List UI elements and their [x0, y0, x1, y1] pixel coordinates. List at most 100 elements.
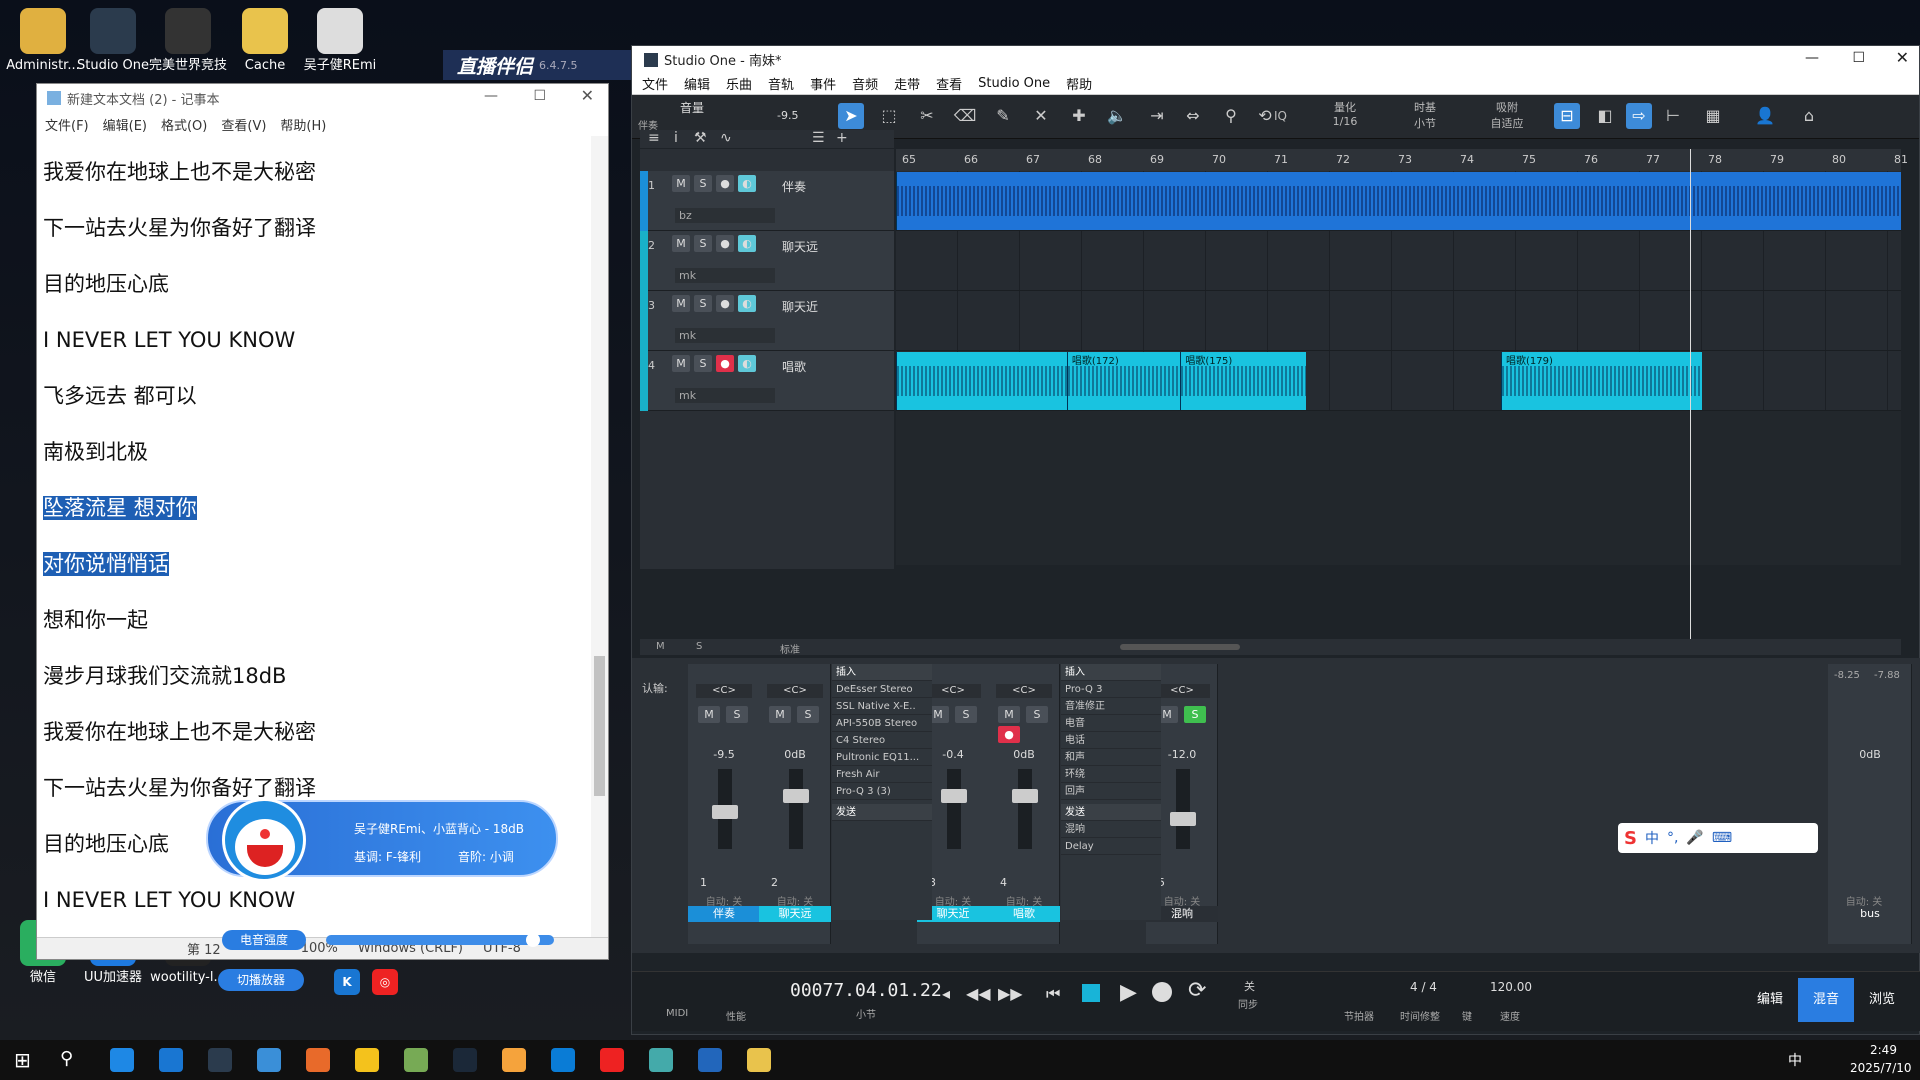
sync-off[interactable]: 关	[1244, 978, 1255, 994]
track-record-button[interactable]: ●	[716, 295, 734, 312]
s1-menu-item[interactable]: 音频	[852, 74, 878, 93]
s1-menu-item[interactable]: 帮助	[1066, 74, 1092, 93]
home-icon[interactable]: ⌂	[1796, 103, 1822, 129]
track-monitor-button[interactable]: ◐	[738, 235, 756, 252]
insert-plugin[interactable]: Pro-Q 3 (3)	[832, 783, 932, 800]
footer-mute[interactable]: M	[656, 641, 665, 652]
volume-fader[interactable]	[941, 769, 967, 849]
bus-name[interactable]: bus	[1828, 906, 1912, 922]
track-list-icon[interactable]: ☰	[812, 130, 825, 146]
quantize-value[interactable]: 1/16	[1320, 115, 1370, 128]
loop-tool-icon[interactable]: ⇥	[1144, 103, 1170, 129]
audio-clip[interactable]	[896, 172, 1901, 230]
ime-punct-icon[interactable]: °,	[1667, 830, 1678, 846]
automation-icon[interactable]: ∿	[720, 130, 732, 146]
channel-name[interactable]: 聊天远	[759, 906, 831, 922]
track-input-select[interactable]: mk	[675, 328, 775, 343]
volume-fader[interactable]	[783, 769, 809, 849]
volume-fader[interactable]	[712, 769, 738, 849]
fader-knob[interactable]	[941, 788, 967, 803]
paint-tool-icon[interactable]: ✎	[990, 103, 1016, 129]
taskbar-app-icon[interactable]	[404, 1048, 428, 1072]
taskbar-app-icon[interactable]	[208, 1048, 232, 1072]
taskbar-app-icon[interactable]	[453, 1048, 477, 1072]
eraser-tool-icon[interactable]: ⌫	[952, 103, 978, 129]
desktop-icon[interactable]: Studio One	[70, 8, 156, 73]
ime-chinese-mode[interactable]: 中	[1645, 828, 1659, 848]
notepad-menu-item[interactable]: 编辑(E)	[103, 115, 147, 134]
track-header[interactable]: 3 M S ● ◐ 聊天近 mk	[640, 291, 894, 351]
add-track-icon[interactable]: +	[836, 130, 848, 146]
taskbar-app-icon[interactable]	[159, 1048, 183, 1072]
pan-knob[interactable]: <C>	[925, 684, 981, 698]
view-tab[interactable]: 编辑	[1742, 978, 1798, 1022]
insert-plugin[interactable]: Pro-Q 3	[1061, 681, 1161, 698]
ime-mic-icon[interactable]: 🎤	[1686, 830, 1703, 846]
track-solo-button[interactable]: S	[694, 355, 712, 372]
s1-menu-item[interactable]: Studio One	[978, 76, 1050, 91]
track-name[interactable]: 伴奏	[782, 178, 806, 195]
notepad-scroll-thumb[interactable]	[594, 656, 605, 796]
record-icon[interactable]	[1152, 982, 1172, 1002]
insert-header[interactable]: 插入	[832, 664, 932, 681]
taskbar-app-icon[interactable]	[502, 1048, 526, 1072]
volume-fader[interactable]	[1012, 769, 1038, 849]
user-icon[interactable]: 👤	[1752, 103, 1778, 129]
taskbar-app-icon[interactable]	[649, 1048, 673, 1072]
insert-plugin[interactable]: 回声	[1061, 783, 1161, 800]
start-icon[interactable]: ⊞	[14, 1048, 31, 1072]
track-input-select[interactable]: mk	[675, 268, 775, 283]
inspector-icon[interactable]: i	[674, 130, 678, 146]
s1-menu-item[interactable]: 查看	[936, 74, 962, 93]
track-monitor-button[interactable]: ◐	[738, 295, 756, 312]
taskbar-app-icon[interactable]	[551, 1048, 575, 1072]
clock-date[interactable]: 2025/7/10	[1850, 1061, 1912, 1075]
stop-icon[interactable]	[1082, 984, 1100, 1002]
snap-value[interactable]: 自适应	[1482, 115, 1532, 131]
play-icon[interactable]: ▶	[1120, 980, 1137, 1005]
wrench-icon[interactable]: ⚒	[694, 130, 707, 146]
channel-volume[interactable]: 0dB	[988, 748, 1060, 761]
forward-icon[interactable]: ▶▶	[998, 984, 1023, 1003]
follow-playhead-icon[interactable]: ⇨	[1626, 103, 1652, 129]
taskbar-app-icon[interactable]	[698, 1048, 722, 1072]
notepad-menu-item[interactable]: 查看(V)	[221, 115, 266, 134]
track-record-button[interactable]: ●	[716, 175, 734, 192]
bend-tool-icon[interactable]: ✚	[1066, 103, 1092, 129]
view-tab[interactable]: 混音	[1798, 978, 1854, 1022]
s1-menu-item[interactable]: 编辑	[684, 74, 710, 93]
track-lane[interactable]	[896, 231, 1901, 291]
s1-menu-item[interactable]: 走带	[894, 74, 920, 93]
rewind-icon[interactable]: ◀◀	[966, 984, 991, 1003]
insert-plugin[interactable]: C4 Stereo	[832, 732, 932, 749]
iq-button[interactable]: IQ	[1274, 109, 1287, 123]
channel-name[interactable]: 唱歌	[988, 906, 1060, 922]
time-display[interactable]: 00077.04.01.22	[790, 980, 942, 1001]
desktop-icon[interactable]: Cache	[222, 8, 308, 73]
send-header[interactable]: 发送	[832, 804, 932, 821]
maximize-button[interactable]: ☐	[533, 88, 546, 104]
insert-plugin[interactable]: SSL Native X-E..	[832, 698, 932, 715]
electro-strength-slider[interactable]	[326, 933, 554, 947]
taskbar-app-icon[interactable]	[355, 1048, 379, 1072]
karaoke-widget[interactable]: 吴子健REmi、小蓝背心 - 18dB 基调: F-锋利 音阶: 小调	[206, 798, 558, 882]
track-mute-button[interactable]: M	[672, 175, 690, 192]
track-name[interactable]: 聊天远	[782, 238, 818, 255]
slider-thumb[interactable]	[526, 933, 540, 947]
footer-std[interactable]: 标准	[780, 641, 800, 656]
fader-knob[interactable]	[1012, 788, 1038, 803]
notepad-titlebar[interactable]: 新建文本文档 (2) - 记事本 — ☐ ✕	[37, 84, 608, 112]
bus-volume[interactable]: 0dB	[1828, 748, 1912, 761]
track-lane[interactable]	[896, 171, 1901, 231]
track-record-button[interactable]: ●	[716, 355, 734, 372]
track-header[interactable]: 4 M S ● ◐ 唱歌 mk	[640, 351, 894, 411]
s1-menu-item[interactable]: 文件	[642, 74, 668, 93]
channel-solo-button[interactable]: S	[726, 706, 748, 723]
track-solo-button[interactable]: S	[694, 235, 712, 252]
track-monitor-button[interactable]: ◐	[738, 175, 756, 192]
track-name[interactable]: 唱歌	[782, 358, 806, 375]
loop-icon[interactable]: ⟳	[1188, 978, 1206, 1003]
mute-tool-icon[interactable]: ✕	[1028, 103, 1054, 129]
close-button[interactable]: ✕	[581, 86, 594, 105]
electro-strength-button[interactable]: 电音强度	[222, 930, 306, 950]
